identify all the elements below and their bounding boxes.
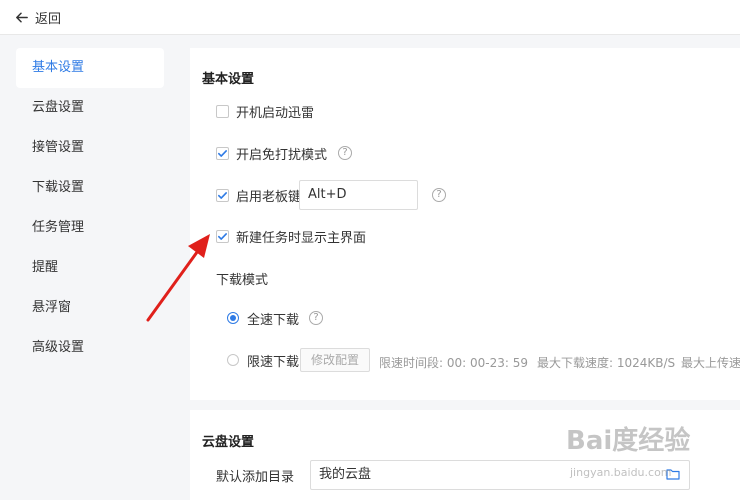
check-icon [218,149,227,157]
download-mode-title: 下载模式 [216,268,268,288]
sidebar-item-cloud[interactable]: 云盘设置 [16,88,164,128]
sidebar: 基本设置 云盘设置 接管设置 下载设置 任务管理 提醒 悬浮窗 高级设置 [0,36,180,500]
dnd-label: 开启免打扰模式 [236,147,328,163]
default-dir-row: 默认添加目录 [216,465,294,485]
modify-config-button[interactable]: 修改配置 [300,348,370,372]
back-button[interactable]: 返回 [14,8,62,27]
download-mode-label: 下载模式 [216,272,269,288]
arrow-left-icon [16,12,28,22]
cloud-settings-panel: 云盘设置 默认添加目录 我的云盘 [190,410,740,500]
question-circle-icon[interactable]: ? [432,188,446,202]
dnd-checkbox[interactable] [216,146,229,160]
sidebar-item-download[interactable]: 下载设置 [16,168,164,208]
show-main-checkbox[interactable] [216,229,229,243]
sidebar-item-advanced[interactable]: 高级设置 [16,328,164,368]
basic-settings-panel: 基本设置 开机启动迅雷 开启免打扰模式 ? 启用老板键 Alt+D ? 新建任务… [190,48,740,400]
sidebar-item-reminder[interactable]: 提醒 [16,248,164,288]
top-bar: 返回 [0,0,740,35]
limited-speed-radio[interactable] [227,354,239,366]
dnd-option[interactable]: 开启免打扰模式 ? [216,143,353,163]
show-main-option[interactable]: 新建任务时显示主界面 [216,226,366,246]
autostart-label: 开机启动迅雷 [236,105,315,121]
autostart-checkbox[interactable] [216,104,229,118]
default-dir-label: 默认添加目录 [216,469,295,485]
basic-settings-title: 基本设置 [202,72,255,87]
limited-speed-option[interactable]: 限速下载 [227,350,299,370]
check-icon [218,191,227,199]
bosskey-checkbox[interactable] [216,188,229,202]
default-dir-input[interactable]: 我的云盘 [310,460,690,490]
max-download-speed-text: 最大下载速度: 1024KB/S [537,356,676,370]
sidebar-item-floating-window[interactable]: 悬浮窗 [16,288,164,328]
question-circle-icon[interactable]: ? [309,311,324,325]
cloud-settings-title: 云盘设置 [202,435,255,450]
full-speed-option[interactable]: 全速下载 ? [227,308,324,328]
show-main-label: 新建任务时显示主界面 [236,230,367,246]
full-speed-label: 全速下载 [247,312,300,328]
autostart-option[interactable]: 开机启动迅雷 [216,101,314,121]
sidebar-item-takeover[interactable]: 接管设置 [16,128,164,168]
bosskey-option[interactable]: 启用老板键 [216,185,301,205]
back-label: 返回 [35,11,62,27]
max-upload-speed-text: 最大上传速 [681,356,740,370]
bosskey-hotkey-input[interactable]: Alt+D [299,180,418,210]
folder-icon[interactable] [666,468,680,480]
sidebar-item-basic[interactable]: 基本设置 [16,48,164,88]
limited-speed-label: 限速下载 [247,354,300,370]
question-circle-icon[interactable]: ? [338,146,353,160]
check-icon [218,232,227,240]
sidebar-item-tasks[interactable]: 任务管理 [16,208,164,248]
limit-period-text: 限速时间段: 00: 00-23: 59 [379,356,528,370]
full-speed-radio[interactable] [227,312,239,324]
bosskey-label: 启用老板键 [236,189,302,205]
